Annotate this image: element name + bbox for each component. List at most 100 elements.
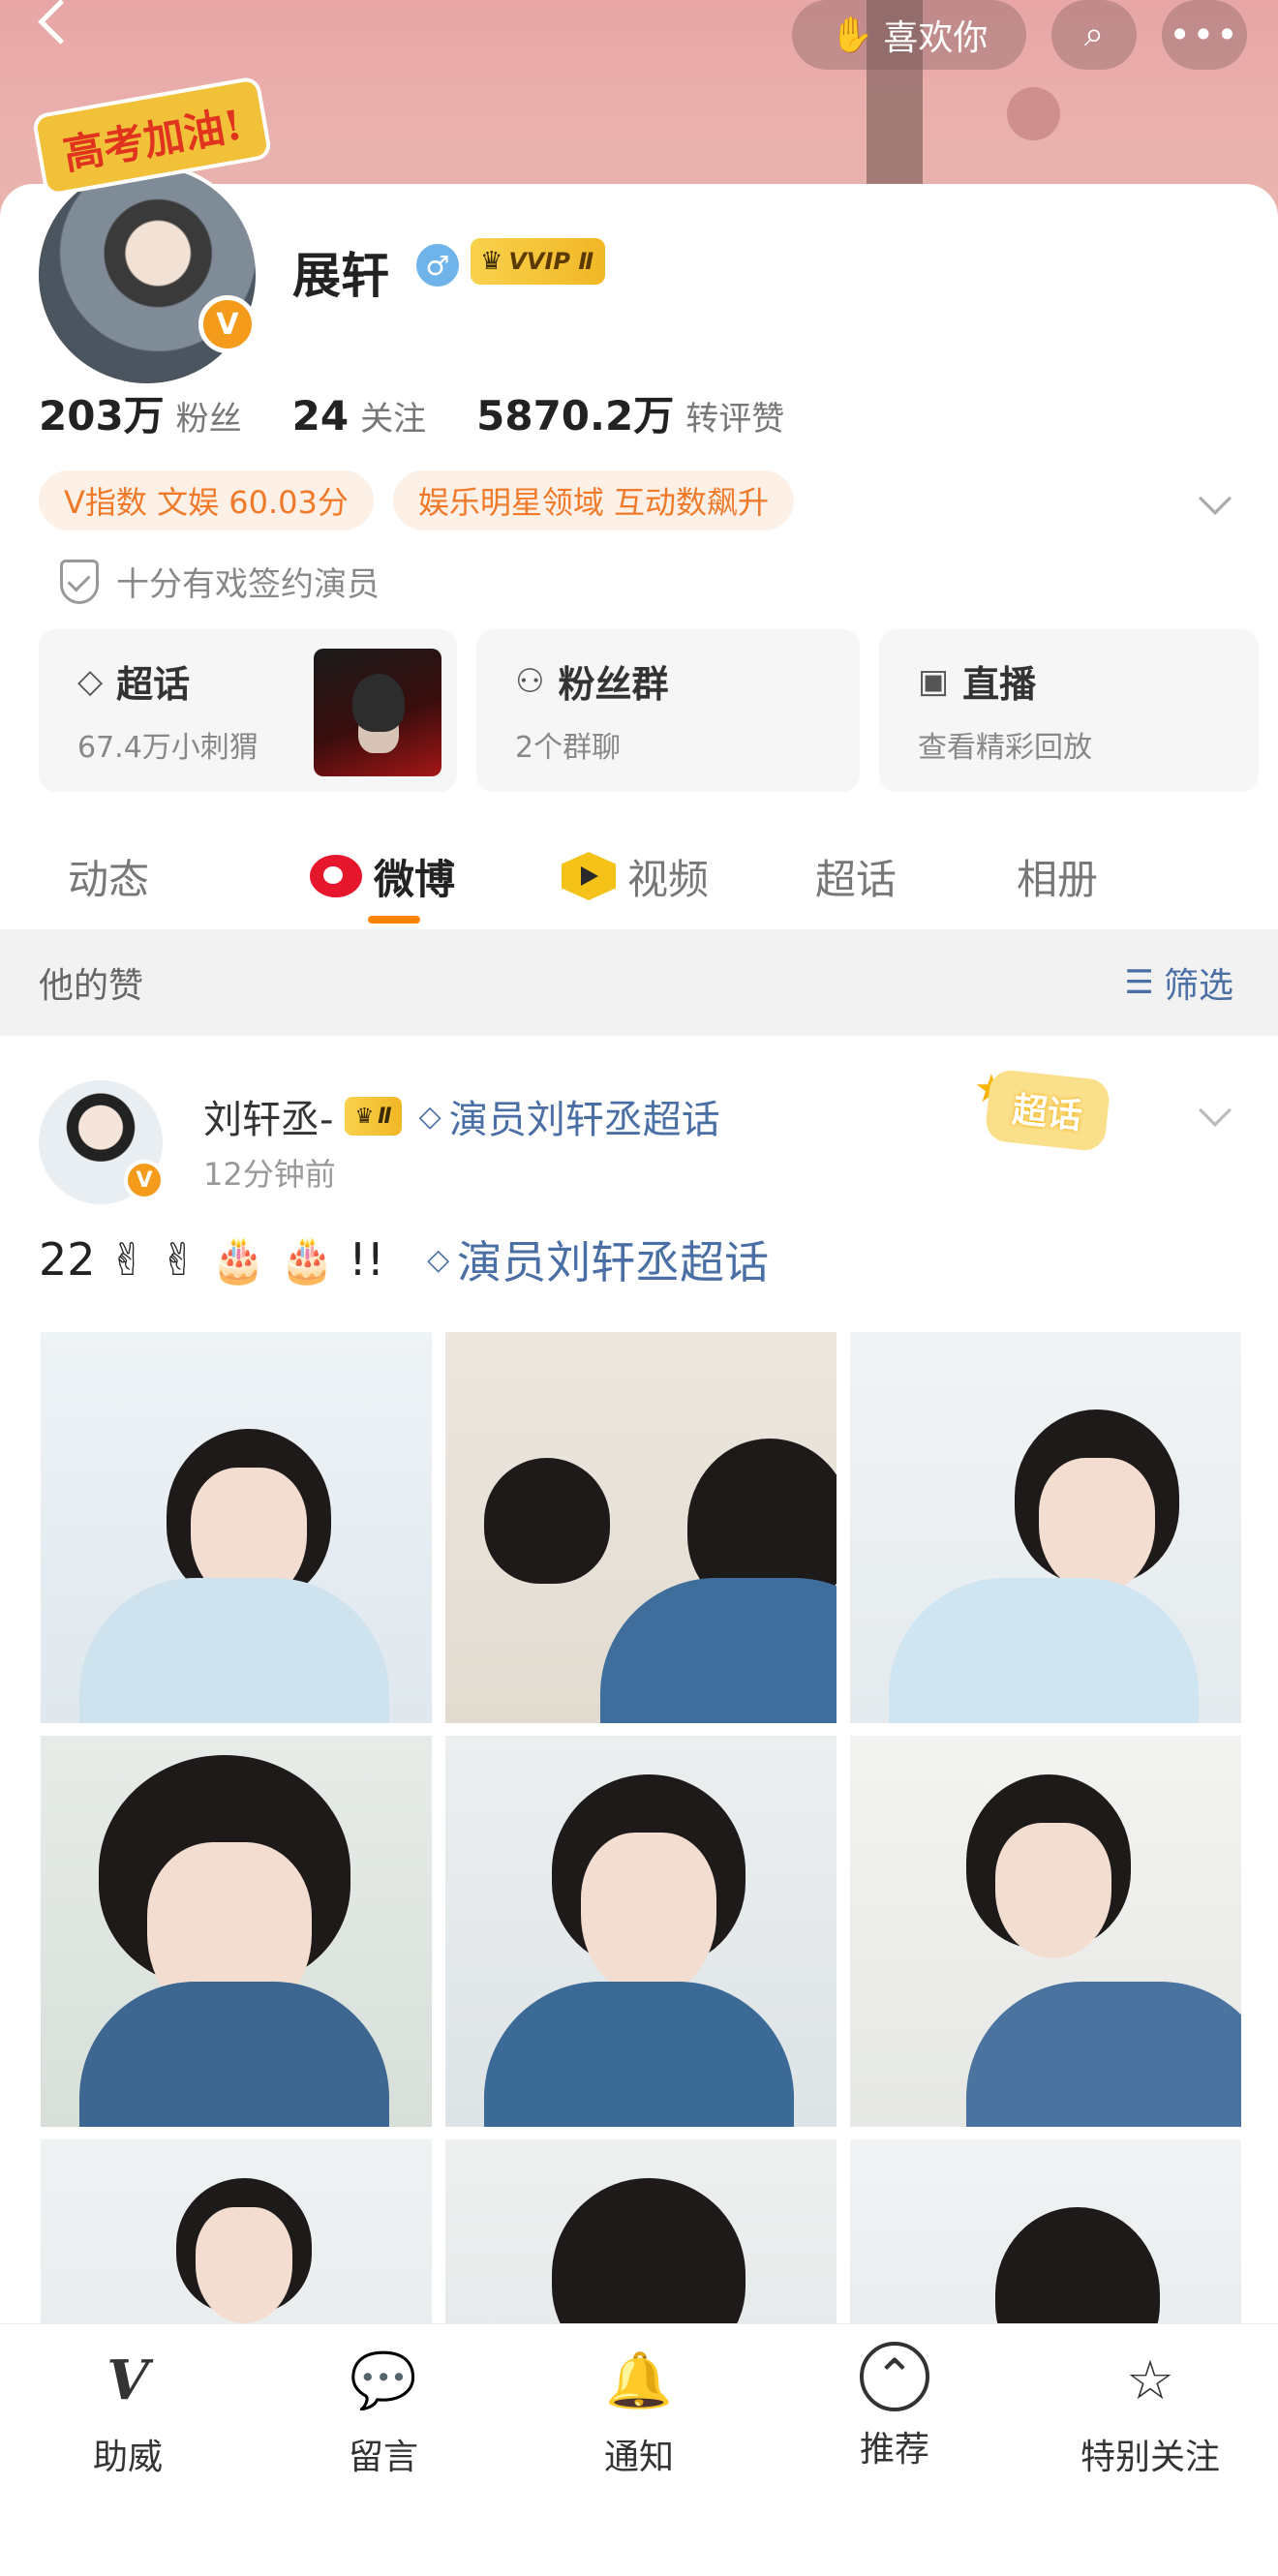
v-index-tag[interactable]: V指数 文娱 60.03分 (39, 470, 374, 530)
filter-button[interactable]: ☰ 筛选 (1125, 957, 1234, 1008)
bottom-bar-label: 特别关注 (1080, 2438, 1220, 2477)
active-tab-indicator (368, 916, 420, 924)
shield-icon (60, 559, 99, 604)
post-photo[interactable] (41, 1736, 432, 2127)
hand-heart-icon: ✋ (830, 15, 874, 55)
feature-title: 直播 (962, 663, 1037, 706)
supertopic-tag[interactable]: 超话 (984, 1068, 1111, 1153)
notify-button[interactable]: 🔔 通知 (542, 2342, 736, 2576)
avatar[interactable] (35, 163, 259, 387)
post-photo[interactable] (850, 1736, 1241, 2127)
search-icon: ⌕ (1083, 15, 1105, 54)
verified-badge-label: V (216, 307, 239, 342)
author-verified-badge: V (124, 1160, 165, 1200)
filter-icon: ☰ (1124, 963, 1154, 1002)
special-follow-icon: ☆ (1125, 2349, 1175, 2412)
feature-card-supertopic[interactable]: ◇ 超话 67.4万小刺猬 (39, 629, 457, 792)
post-card: V 刘轩丞- ♛ Ⅱ ◇ 演员刘轩丞超话 12分钟前 ★ 超话 22 ✌ ✌ 🎂… (0, 1036, 1278, 2531)
post-time: 12分钟前 (203, 1156, 336, 1193)
chevron-down-icon[interactable] (1199, 1094, 1232, 1127)
cover-decoration (1007, 87, 1060, 140)
video-play-icon (562, 852, 616, 900)
like-you-button[interactable]: ✋ 喜欢你 (792, 0, 1026, 70)
tab-label: 视频 (627, 855, 710, 903)
feature-title: 粉丝群 (558, 663, 669, 706)
stat-label: 粉丝 (175, 400, 242, 439)
birthday-cake-emoji: 🎂 (210, 1232, 266, 1286)
photo-figure (196, 2207, 292, 2323)
post-photo[interactable] (445, 1332, 837, 1723)
supertopic-tag-label: 超话 (1010, 1090, 1084, 1137)
stat-value: 203万 (39, 392, 165, 439)
back-button[interactable] (29, 0, 77, 58)
recommend-button[interactable]: ⌃ 推荐 (798, 2342, 991, 2576)
diamond-icon: ◇ (77, 661, 104, 701)
victory-hand-emoji: ✌ (160, 1233, 198, 1286)
tab-supertopic[interactable]: 超话 (815, 847, 1017, 906)
vvip-badge[interactable]: ♛ VVIP Ⅱ (471, 238, 606, 285)
section-title: 他的赞 (39, 966, 144, 1006)
special-follow-button[interactable]: ☆ 特别关注 (1053, 2342, 1247, 2576)
photo-figure (600, 1578, 837, 1723)
bottom-bar-label: 通知 (603, 2438, 674, 2477)
message-button[interactable]: 💬 留言 (287, 2342, 480, 2576)
feature-title-row: ▣ 直播 (918, 654, 1220, 708)
stat-following[interactable]: 24 关注 (292, 392, 426, 439)
post-text-prefix: 22 (39, 1233, 96, 1286)
search-button[interactable]: ⌕ (1051, 0, 1137, 70)
feature-card-live[interactable]: ▣ 直播 查看精彩回放 (879, 629, 1259, 792)
tab-label: 超话 (815, 855, 898, 903)
post-topic: 演员刘轩丞超话 (457, 1236, 770, 1288)
cheer-button[interactable]: V 助威 (31, 2342, 225, 2576)
feature-title: 超话 (116, 663, 191, 706)
filter-label: 筛选 (1163, 966, 1233, 1006)
gender-icon: ♂ (416, 244, 459, 287)
photo-figure (581, 1833, 716, 1997)
stat-label: 关注 (360, 400, 427, 439)
domain-tag[interactable]: 娱乐明星领域 互动数飙升 (392, 470, 795, 530)
tv-icon: ▣ (918, 661, 950, 701)
bottom-bar-label: 助威 (92, 2438, 163, 2477)
filter-bar: 他的赞 ☰ 筛选 (0, 929, 1278, 1036)
cheer-icon: V (106, 2349, 149, 2412)
weibo-logo-icon (310, 855, 362, 897)
tab-weibo[interactable]: 微博 (310, 847, 562, 906)
tab-dynamics[interactable]: 动态 (68, 847, 310, 906)
post-text-suffix: !! (349, 1233, 385, 1286)
photo-figure (1039, 1458, 1155, 1593)
profile-tags: V指数 文娱 60.03分 娱乐明星领域 互动数飙升 (39, 470, 795, 530)
author-topic-link[interactable]: ◇ 演员刘轩丞超话 (419, 1088, 720, 1144)
feature-subtitle: 2个群聊 (515, 731, 622, 765)
feature-title-row: ⚇ 粉丝群 (515, 654, 821, 708)
photo-figure (484, 1458, 610, 1584)
feature-card-fan-group[interactable]: ⚇ 粉丝群 2个群聊 (476, 629, 860, 792)
post-header: 刘轩丞- ♛ Ⅱ ◇ 演员刘轩丞超话 (203, 1088, 720, 1144)
tab-label: 动态 (68, 855, 150, 903)
like-button-label: 喜欢你 (883, 18, 989, 58)
tab-album[interactable]: 相册 (1017, 847, 1098, 906)
author-name[interactable]: 刘轩丞- (203, 1088, 333, 1144)
post-topic-link[interactable]: ◇ 演员刘轩丞超话 (427, 1227, 769, 1291)
tab-video[interactable]: 视频 (562, 847, 815, 906)
photo-figure (79, 1578, 389, 1723)
post-photo[interactable] (850, 1332, 1241, 1723)
stat-followers[interactable]: 203万 粉丝 (39, 383, 242, 442)
crown-icon: ♛ (354, 1104, 375, 1129)
bottom-action-bar: V 助威 💬 留言 🔔 通知 ⌃ 推荐 ☆ 特别关注 (0, 2323, 1278, 2576)
feature-cards: ◇ 超话 67.4万小刺猬 ⚇ 粉丝群 2个群聊 ▣ 直播 查看精彩回放 (39, 629, 1259, 792)
author-topic: 演员刘轩丞超话 (448, 1098, 720, 1142)
tab-label: 微博 (374, 855, 456, 903)
post-photo[interactable] (41, 1332, 432, 1723)
supertopic-thumbnail (314, 649, 441, 776)
profile-stats: 203万 粉丝 24 关注 5870.2万 转评赞 (39, 383, 784, 442)
stat-value: 5870.2万 (476, 392, 675, 439)
stat-label: 转评赞 (685, 400, 785, 439)
post-photo[interactable] (445, 1736, 837, 2127)
more-button[interactable]: ••• (1162, 0, 1247, 70)
photo-figure (484, 1982, 794, 2127)
photo-figure (79, 1982, 389, 2127)
diamond-icon: ◇ (427, 1242, 450, 1277)
bottom-bar-label: 留言 (348, 2438, 418, 2477)
photo-figure (966, 1982, 1241, 2127)
gender-symbol: ♂ (425, 249, 450, 282)
